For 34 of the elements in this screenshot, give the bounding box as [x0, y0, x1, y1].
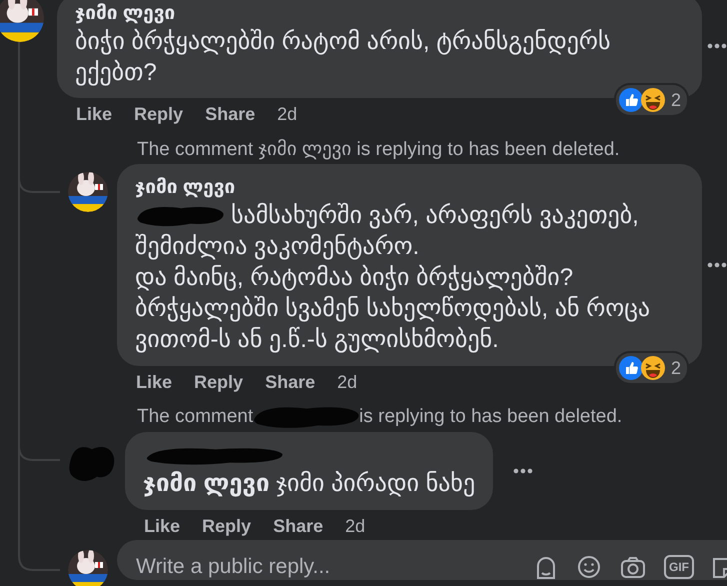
comment-text: შემიძლია ვაკომენტარო. და მაინც, რატომაა ბიჭი ბრჭყალებში? ბრჭყალებში სვამენ სახელწოდებას, ან როცა ვითომ-ს ან ე.წ.-ს გულისხმობენ. [135, 232, 652, 355]
commenter-name[interactable]: ჯიმი ლევი [135, 176, 684, 200]
action-link[interactable]: Reply [202, 516, 252, 536]
more-icon[interactable] [707, 43, 727, 49]
notice-text: is replying to has been deleted. [359, 406, 622, 428]
action-link[interactable]: Share [265, 372, 316, 392]
action-link[interactable]: Reply [134, 104, 184, 124]
action-link[interactable]: Like [76, 104, 112, 124]
action-link[interactable]: Share [205, 104, 256, 124]
more-icon[interactable] [707, 262, 727, 268]
action-link[interactable]: Like [144, 516, 180, 536]
camera-icon[interactable] [619, 554, 647, 580]
action-link[interactable]: Share [273, 516, 324, 536]
comment-text: ჯიმი ლევი ჯიმი პირადი ნახე [143, 469, 476, 499]
reaction-count[interactable]: 2 [616, 353, 687, 383]
timestamp[interactable]: 2d [345, 516, 366, 536]
reply-field[interactable]: Write a public reply... GIF [117, 540, 727, 580]
gif-button[interactable]: GIF [664, 555, 694, 579]
notice-text: The comment [137, 406, 254, 428]
timestamp[interactable]: 2d [277, 104, 298, 124]
emoji-icon[interactable] [576, 554, 602, 580]
like-icon [618, 355, 644, 381]
notice-text: The comment ჯიმი ლევი is replying to has been deleted. [137, 138, 620, 160]
more-icon[interactable] [513, 468, 534, 474]
laughing-face-icon [640, 87, 666, 113]
action-link[interactable]: Reply [194, 372, 244, 392]
like-icon [618, 87, 644, 113]
action-link[interactable]: Like [136, 372, 172, 392]
commenter-name[interactable]: ჯიმი ლევი [75, 2, 684, 26]
reaction-count[interactable]: 2 [616, 85, 687, 115]
comment-text: ბიჭი ბრჭყალებში რატომ არის, ტრანსგენდერს ექებთ? [75, 27, 612, 88]
laughing-face-icon [640, 355, 666, 381]
comment-text: სამსახურში ვარ, არაფერს ვაკეთებ, [231, 201, 639, 231]
timestamp[interactable]: 2d [337, 372, 358, 392]
